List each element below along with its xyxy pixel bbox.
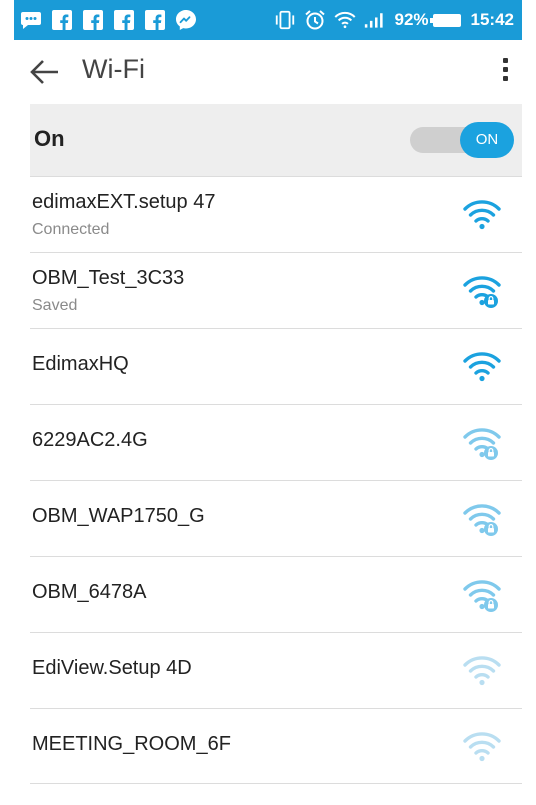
- network-row[interactable]: OBM_WAP1750_G: [30, 480, 522, 556]
- wifi-signal-icon: [460, 653, 504, 689]
- network-ssid: OBM_Test_3C33: [32, 267, 185, 289]
- network-status: Connected: [32, 221, 110, 238]
- network-row[interactable]: MEETING_ROOM_6F: [30, 708, 522, 784]
- more-options-icon[interactable]: [498, 56, 512, 88]
- alarm-icon: [304, 9, 326, 31]
- facebook-icon: [144, 9, 166, 31]
- notification-icons: [20, 9, 206, 31]
- page-title: Wi-Fi: [82, 54, 145, 84]
- network-row[interactable]: OBM_Test_3C33 Saved: [30, 252, 522, 328]
- network-row[interactable]: edimaxEXT.setup 47 Connected: [30, 176, 522, 252]
- more-dot: [502, 58, 508, 63]
- wifi-signal-icon: [460, 349, 504, 385]
- clock: 15:42: [470, 10, 514, 29]
- network-ssid: edimaxEXT.setup 47: [32, 191, 216, 213]
- wifi-lock-icon: [460, 273, 504, 309]
- network-row[interactable]: 6229AC2.4G: [30, 404, 522, 480]
- network-row[interactable]: OBM_6478A: [30, 556, 522, 632]
- network-ssid: MEETING_ROOM_6F: [32, 733, 231, 755]
- back-arrow-icon[interactable]: [28, 57, 62, 87]
- message-icon: [20, 9, 42, 31]
- signal-icon: [364, 9, 386, 31]
- wifi-lock-icon: [460, 501, 504, 537]
- network-row[interactable]: EdimaxHQ: [30, 328, 522, 404]
- facebook-icon: [82, 9, 104, 31]
- facebook-icon: [51, 9, 73, 31]
- network-ssid: OBM_6478A: [32, 581, 147, 603]
- wifi-signal-icon: [460, 729, 504, 765]
- master-switch-label: On: [34, 126, 65, 151]
- wifi-lock-icon: [460, 577, 504, 613]
- system-icons: 92% 15:42: [274, 8, 514, 32]
- network-ssid: EdimaxHQ: [32, 353, 129, 375]
- network-row[interactable]: EdiView.Setup 4D: [30, 632, 522, 708]
- more-dot: [502, 67, 508, 72]
- phone-screen: 92% 15:42 Wi-Fi On ON edimaxEXT.setup 47…: [14, 0, 522, 805]
- network-ssid: OBM_WAP1750_G: [32, 505, 205, 527]
- network-list: edimaxEXT.setup 47 Connected OBM_Test_3C33…: [30, 176, 522, 784]
- network-status: Saved: [32, 297, 78, 314]
- messenger-icon: [175, 9, 197, 31]
- network-ssid: EdiView.Setup 4D: [32, 657, 192, 679]
- more-dot: [502, 76, 508, 81]
- wifi-signal-icon: [460, 197, 504, 233]
- wifi-toggle[interactable]: ON: [410, 122, 514, 158]
- app-bar: Wi-Fi: [14, 40, 522, 104]
- wifi-icon: [334, 9, 356, 31]
- wifi-lock-icon: [460, 425, 504, 461]
- battery-icon: [429, 13, 461, 27]
- vibrate-icon: [274, 9, 296, 31]
- network-ssid: 6229AC2.4G: [32, 429, 148, 451]
- facebook-icon: [113, 9, 135, 31]
- toggle-thumb: ON: [460, 122, 514, 158]
- status-bar: 92% 15:42: [14, 0, 522, 40]
- battery-percent: 92%: [394, 10, 429, 29]
- wifi-master-switch-row[interactable]: On ON: [30, 104, 522, 176]
